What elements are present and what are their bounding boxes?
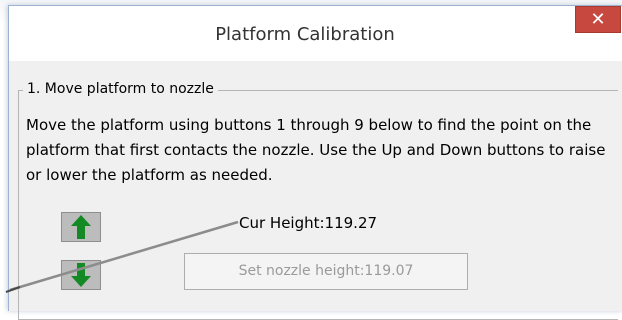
set-nozzle-height-button[interactable]: Set nozzle height:119.07 — [184, 253, 468, 290]
close-button[interactable]: ✕ — [575, 6, 621, 33]
down-button[interactable] — [61, 260, 101, 290]
groupbox-legend: 1. Move platform to nozzle — [23, 81, 218, 97]
arrow-down-icon — [71, 263, 91, 287]
current-height-readout: Cur Height:119.27 — [239, 214, 378, 232]
title-bar: Platform Calibration ✕ — [9, 6, 622, 61]
instructions-text: Move the platform using buttons 1 throug… — [26, 116, 606, 184]
dialog-title: Platform Calibration — [215, 24, 395, 45]
up-button[interactable] — [61, 212, 101, 242]
close-icon: ✕ — [590, 9, 606, 30]
arrow-up-icon — [71, 215, 91, 239]
